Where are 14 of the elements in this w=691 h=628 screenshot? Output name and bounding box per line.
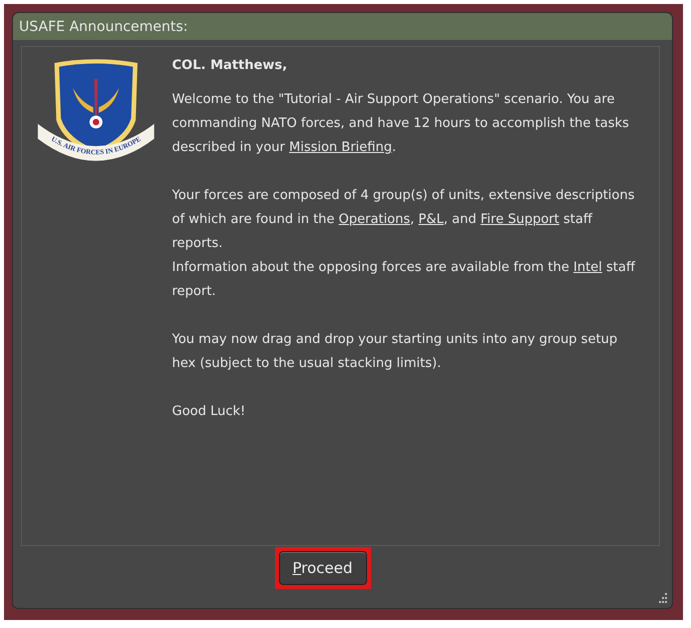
message-paragraph: Information about the opposing forces are available from the Intel staff report. xyxy=(172,259,636,301)
message-paragraph: Your forces are composed of 4 group(s) of units, extensive descriptions of which are found in the Operations, P&L, and Fire Support staff reports. xyxy=(172,187,636,253)
link[interactable]: Intel xyxy=(573,260,602,275)
link[interactable]: P&L xyxy=(418,212,444,227)
window-title: USAFE Announcements: xyxy=(19,18,188,34)
message-paragraph: You may now drag and drop your starting units into any group setup hex (subject to the usual stacking limits). xyxy=(172,331,618,373)
link[interactable]: Operations xyxy=(338,212,410,227)
resize-grip-icon[interactable] xyxy=(657,593,667,603)
message-paragraph: Good Luck! xyxy=(172,403,247,421)
salutation: COL. Matthews, xyxy=(172,57,288,75)
message-paragraph: Welcome to the "Tutorial - Air Support Operations" scenario. You are commanding NATO forces, and have 12 hours to accomplish the tasks described in your Mission Briefing. xyxy=(172,91,630,157)
proceed-button[interactable]: Proceed xyxy=(278,551,366,585)
link[interactable]: Mission Briefing xyxy=(289,140,392,155)
link[interactable]: Fire Support xyxy=(480,212,560,227)
